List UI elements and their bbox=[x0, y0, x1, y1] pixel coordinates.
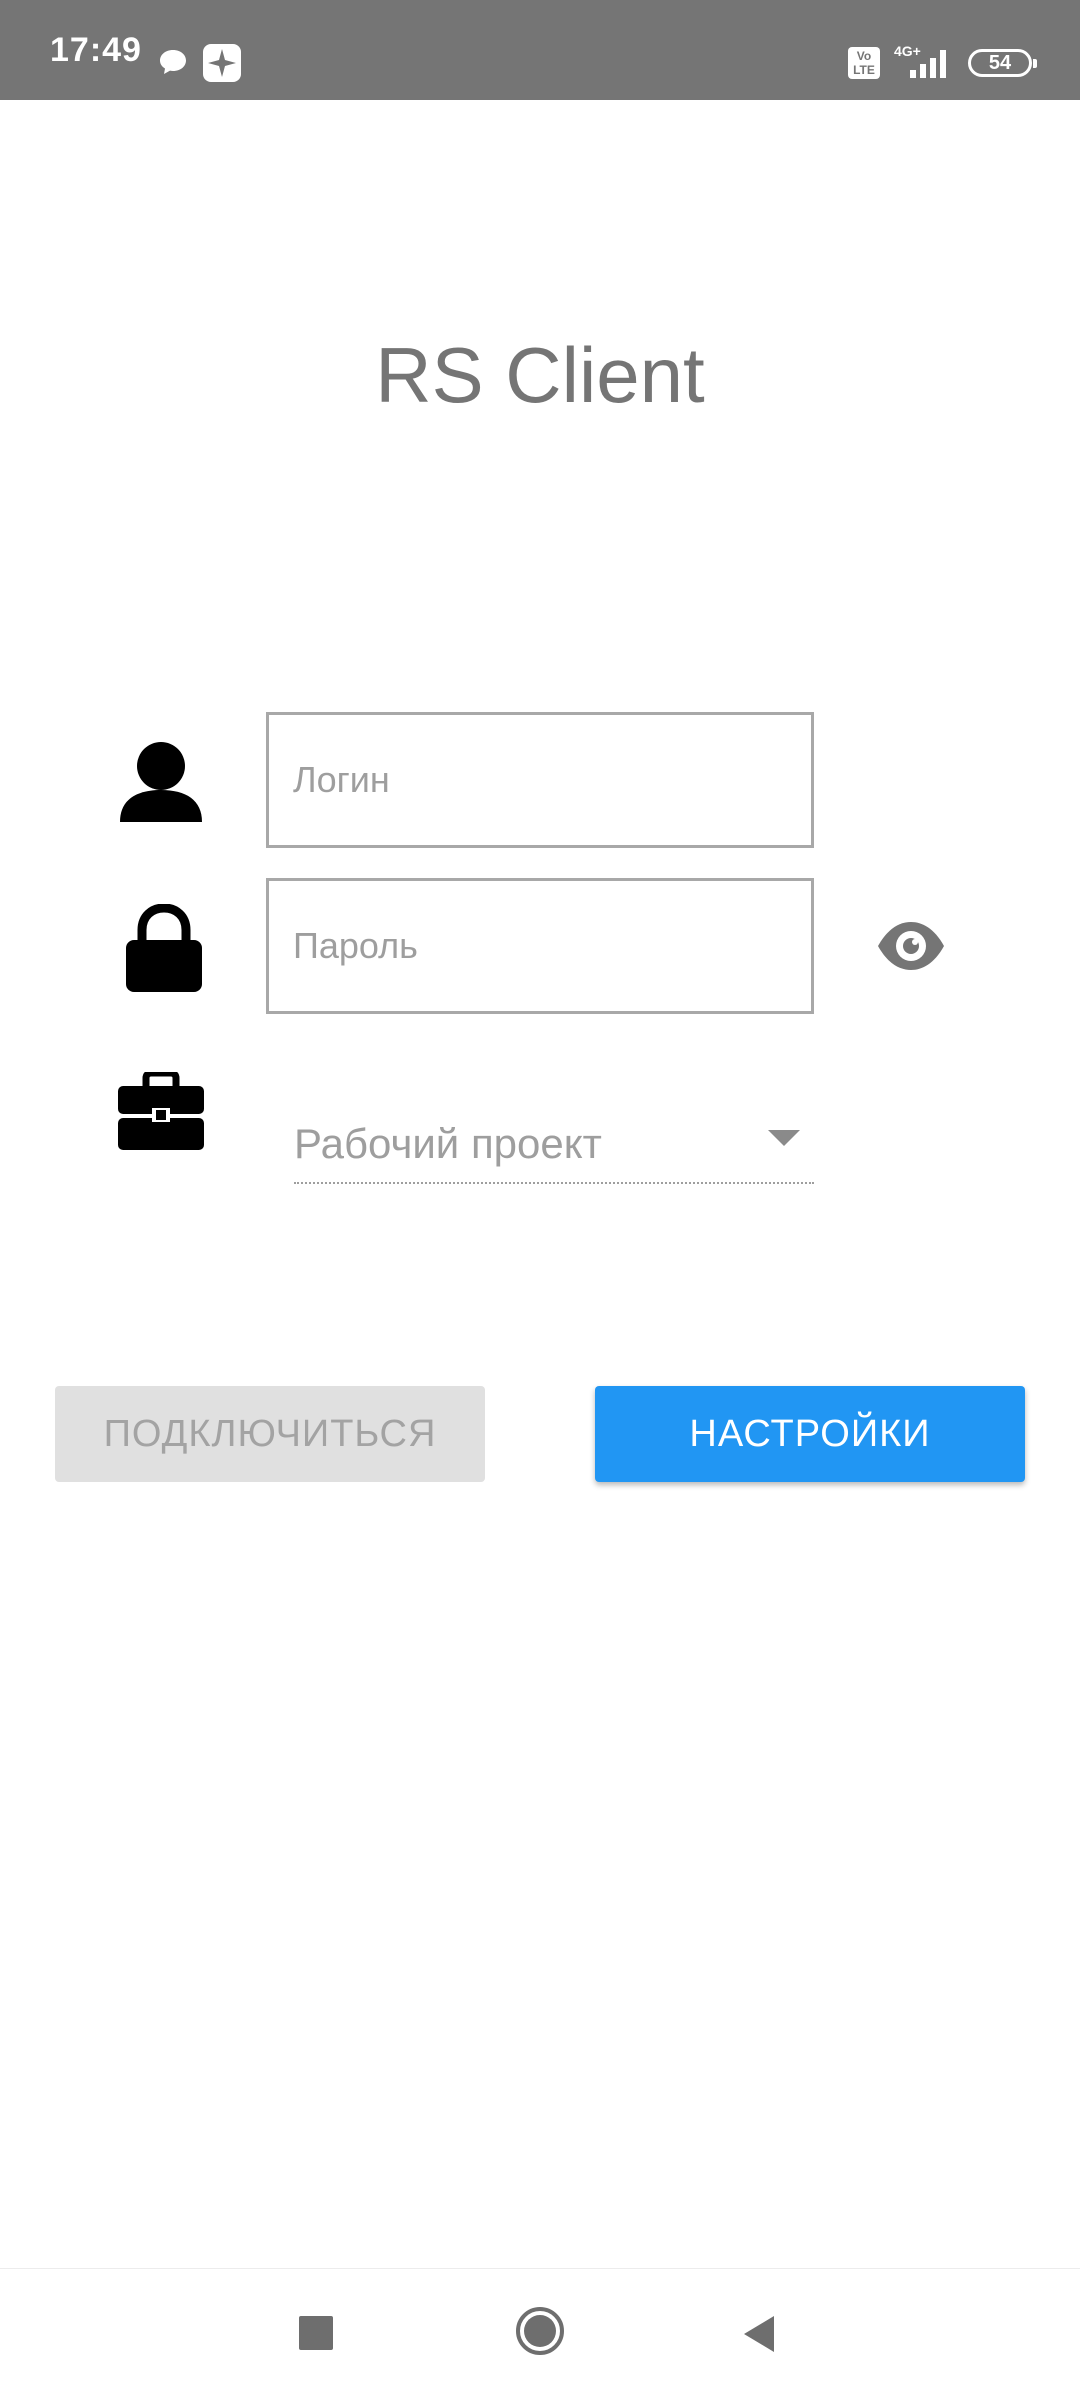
navigation-bar bbox=[0, 2268, 1080, 2400]
project-select-label: Рабочий проект bbox=[294, 1120, 602, 1167]
back-icon[interactable] bbox=[742, 2314, 776, 2354]
app-title: RS Client bbox=[375, 331, 705, 419]
user-icon bbox=[120, 742, 202, 822]
lock-icon bbox=[126, 904, 202, 992]
battery-icon: 54 bbox=[968, 49, 1037, 77]
connect-button[interactable]: ПОДКЛЮЧИТЬСЯ bbox=[55, 1386, 485, 1482]
signal-icon bbox=[910, 50, 946, 78]
login-input[interactable] bbox=[266, 712, 814, 848]
password-input[interactable] bbox=[266, 878, 814, 1014]
settings-button[interactable]: НАСТРОЙКИ bbox=[595, 1386, 1025, 1482]
eye-icon[interactable] bbox=[876, 918, 946, 974]
battery-level: 54 bbox=[988, 52, 1012, 74]
chevron-down-icon bbox=[768, 1130, 800, 1146]
login-screen: 17:49 Vo LTE 4G+ 54 RS Client Логин Рабо… bbox=[0, 0, 1080, 2400]
home-icon[interactable] bbox=[514, 2305, 566, 2357]
status-time: 17:49 bbox=[50, 31, 142, 69]
recent-apps-icon[interactable] bbox=[299, 2316, 333, 2350]
volte-label: Vo LTE bbox=[853, 49, 875, 77]
chat-icon bbox=[160, 50, 186, 74]
volte-icon: Vo LTE bbox=[848, 47, 880, 79]
project-select[interactable]: Рабочий проект bbox=[294, 1104, 814, 1184]
status-bar: 17:49 Vo LTE 4G+ 54 bbox=[0, 0, 1080, 100]
briefcase-icon bbox=[118, 1072, 204, 1150]
app-notification-icon bbox=[203, 44, 241, 82]
